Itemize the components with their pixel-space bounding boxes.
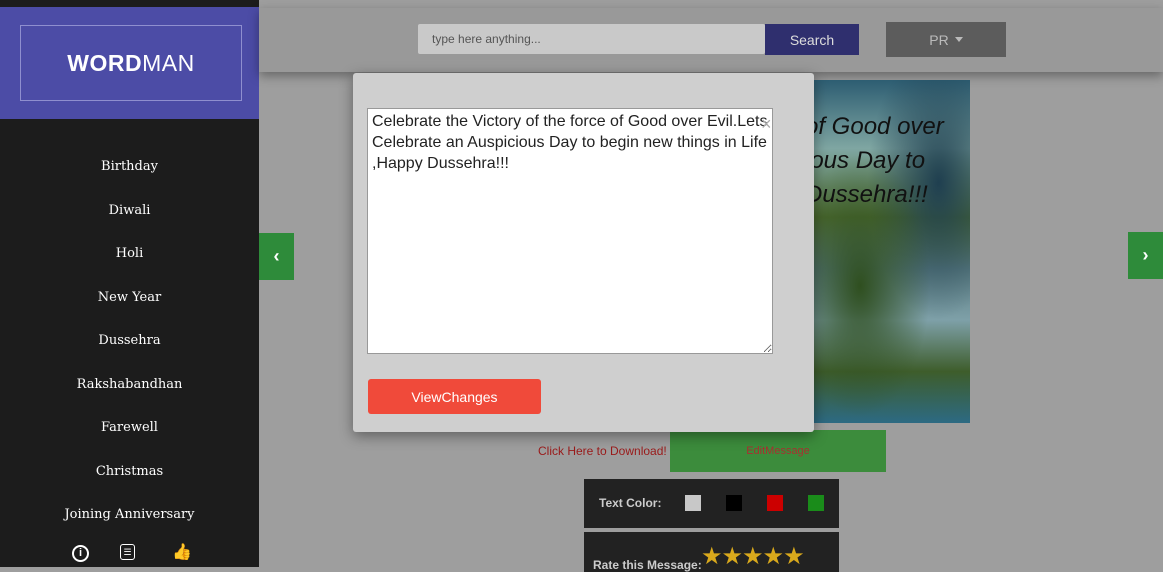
- download-link[interactable]: Click Here to Download!: [538, 444, 667, 458]
- sidebar: WORD MAN Birthday Diwali Holi New Year Du…: [0, 0, 259, 567]
- language-dropdown[interactable]: PR: [886, 22, 1006, 57]
- chevron-left-icon: ‹: [273, 246, 280, 266]
- chevron-right-icon: ›: [1142, 245, 1149, 265]
- sidebar-footer: i ☰ 👍: [0, 540, 259, 567]
- close-icon[interactable]: ×: [761, 114, 772, 135]
- next-arrow-button[interactable]: ›: [1128, 232, 1163, 279]
- sidebar-item-holi[interactable]: Holi: [0, 246, 259, 290]
- sidebar-item-birthday[interactable]: Birthday: [0, 159, 259, 203]
- sidebar-item-farewell[interactable]: Farewell: [0, 420, 259, 464]
- card-text: of Good over ious Day to Dussehra!!!: [813, 113, 944, 208]
- logo[interactable]: WORD MAN: [20, 25, 242, 101]
- sidebar-item-new-year[interactable]: New Year: [0, 290, 259, 334]
- edit-message-modal: × ViewChanges: [353, 73, 814, 432]
- greeting-card-image: of Good over ious Day to Dussehra!!!: [813, 80, 970, 423]
- contact-icon[interactable]: ☰: [120, 544, 135, 560]
- info-icon[interactable]: i: [72, 545, 89, 562]
- logo-area: WORD MAN: [0, 7, 259, 119]
- search-button[interactable]: Search: [765, 24, 859, 55]
- view-changes-button[interactable]: ViewChanges: [368, 379, 541, 414]
- previous-arrow-button[interactable]: ‹: [259, 233, 294, 280]
- rating-panel: Rate this Message: ★★★★★: [584, 532, 839, 572]
- language-label: PR: [929, 31, 949, 48]
- color-swatch-black[interactable]: [726, 495, 742, 511]
- star-icon[interactable]: ★: [763, 543, 784, 570]
- sidebar-item-diwali[interactable]: Diwali: [0, 203, 259, 247]
- edit-message-button[interactable]: EditMessage: [670, 430, 886, 472]
- color-swatch-red[interactable]: [767, 495, 783, 511]
- caret-down-icon: [954, 37, 963, 42]
- text-color-label: Text Color:: [599, 496, 662, 510]
- logo-light: MAN: [142, 49, 195, 76]
- message-textarea[interactable]: [367, 108, 773, 354]
- star-icon[interactable]: ★: [742, 543, 763, 570]
- color-swatch-gray[interactable]: [685, 495, 701, 511]
- star-icon[interactable]: ★: [701, 543, 722, 570]
- rating-label: Rate this Message:: [593, 558, 702, 572]
- sidebar-item-rakshabandhan[interactable]: Rakshabandhan: [0, 377, 259, 421]
- star-icon[interactable]: ★: [783, 543, 804, 570]
- star-icon[interactable]: ★: [722, 543, 743, 570]
- color-swatch-green[interactable]: [808, 495, 824, 511]
- sidebar-item-christmas[interactable]: Christmas: [0, 464, 259, 508]
- sidebar-item-dussehra[interactable]: Dussehra: [0, 333, 259, 377]
- sidebar-nav: Birthday Diwali Holi New Year Dussehra R…: [0, 159, 259, 551]
- search-input[interactable]: [418, 24, 765, 54]
- like-icon[interactable]: 👍: [172, 544, 192, 562]
- text-color-panel: Text Color:: [584, 479, 839, 528]
- logo-bold: WORD: [67, 49, 143, 76]
